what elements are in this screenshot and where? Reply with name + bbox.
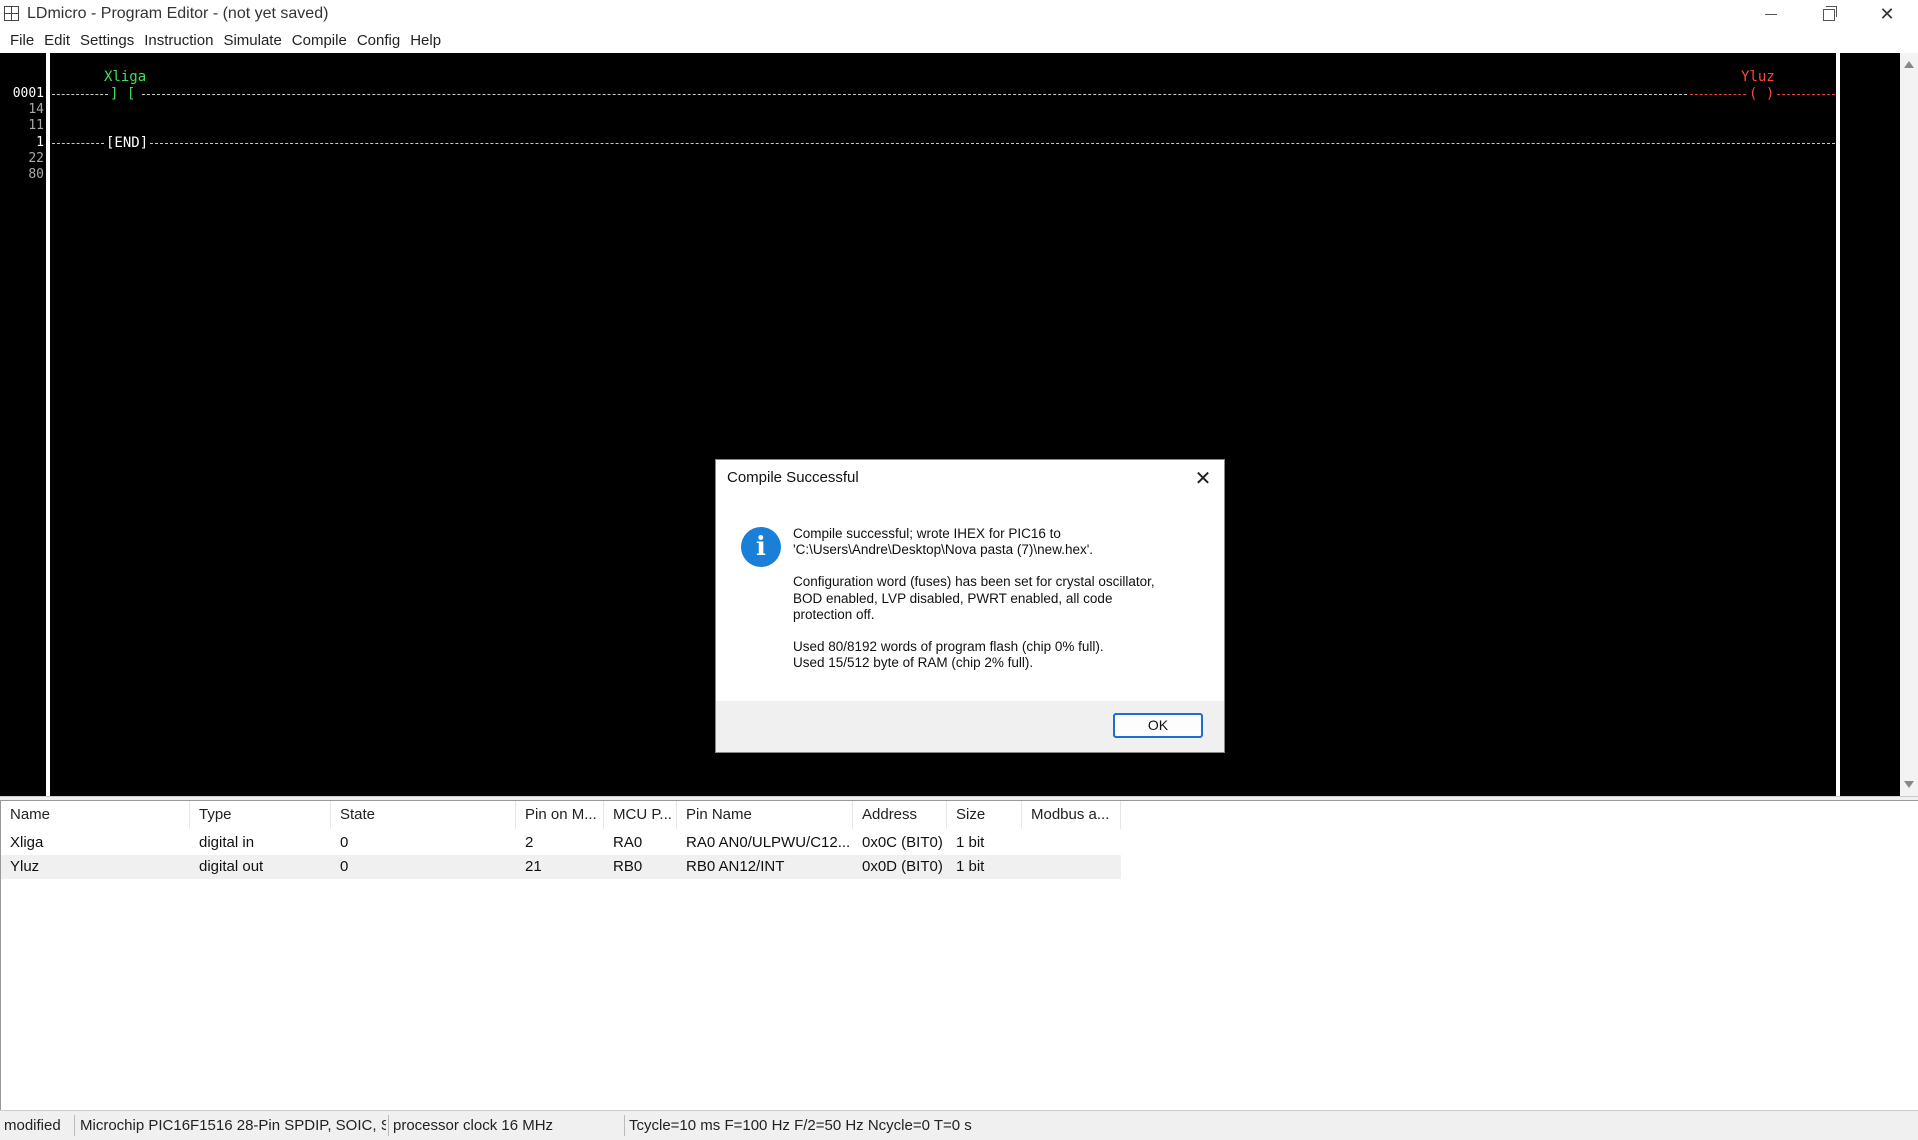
message-line: Used 15/512 byte of RAM (chip 2% full). — [793, 655, 1034, 671]
status-mcu: Microchip PIC16F1516 28-Pin SPDIP, SOIC,… — [80, 1117, 386, 1134]
cell-modbus — [1022, 831, 1121, 855]
rung-number: 0001 — [12, 86, 44, 101]
cell-name: Xliga — [10, 834, 44, 851]
rung-number: 1 — [36, 135, 44, 150]
dialog-footer: OK — [716, 701, 1224, 752]
title-bar: LDmicro - Program Editor - (not yet save… — [0, 0, 1918, 29]
column-header-type[interactable]: Type — [190, 801, 331, 829]
menu-edit[interactable]: Edit — [44, 29, 70, 53]
io-list: Name Type State Pin on M... MCU P... Pin… — [0, 800, 1918, 1110]
dialog-title: Compile Successful — [727, 469, 859, 486]
rung-wire-energized — [1690, 94, 1746, 96]
status-bar: modified Microchip PIC16F1516 28-Pin SPD… — [0, 1110, 1918, 1140]
menu-compile[interactable]: Compile — [292, 29, 347, 53]
column-header-name[interactable]: Name — [1, 801, 190, 829]
restore-button[interactable] — [1800, 0, 1858, 29]
end-marker: [END] — [106, 135, 149, 151]
message-line: 'C:\Users\Andre\Desktop\Nova pasta (7)\n… — [793, 542, 1094, 558]
dialog-close-button[interactable]: ✕ — [1192, 468, 1214, 490]
message-line: Configuration word (fuses) has been set … — [793, 574, 1155, 590]
column-header-state[interactable]: State — [331, 801, 516, 829]
column-header-mcu-port[interactable]: MCU P... — [604, 801, 677, 829]
menu-config[interactable]: Config — [357, 29, 400, 53]
column-header-pin[interactable]: Pin on M... — [516, 801, 604, 829]
app-icon — [4, 6, 19, 21]
cell-pin: 21 — [525, 858, 542, 875]
coil-name: Yluz — [1741, 69, 1775, 85]
cell-pin-name: RA0 AN0/ULPWU/C12... — [686, 834, 851, 851]
restore-icon — [1823, 5, 1837, 21]
menu-instruction[interactable]: Instruction — [144, 29, 213, 53]
cell-type: digital in — [199, 834, 255, 851]
rung-wire — [142, 94, 1687, 96]
rung-stat: 14 — [28, 102, 44, 117]
scroll-up-icon[interactable] — [1904, 61, 1914, 68]
status-divider — [74, 1115, 75, 1136]
cell-pin-name: RB0 AN12/INT — [686, 858, 785, 875]
cell-address: 0x0D (BIT0) — [862, 858, 943, 875]
cell-modbus — [1022, 855, 1121, 879]
menu-settings[interactable]: Settings — [80, 29, 134, 53]
message-line: Compile successful; wrote IHEX for PIC16… — [793, 526, 1061, 541]
rung-wire — [52, 94, 108, 96]
minimize-button[interactable] — [1742, 0, 1800, 29]
rung-stat: 22 — [28, 151, 44, 166]
column-header-pin-name[interactable]: Pin Name — [677, 801, 853, 829]
cell-mcu-port: RA0 — [613, 834, 643, 851]
dialog-message: Compile successful; wrote IHEX for PIC16… — [793, 526, 1203, 687]
table-row[interactable]: Yluz digital out 0 21 RB0 RB0 AN12/INT 0… — [1, 855, 1121, 879]
rung-wire-energized — [1777, 94, 1835, 96]
column-header-address[interactable]: Address — [853, 801, 947, 829]
cell-address: 0x0C (BIT0) — [862, 834, 943, 851]
status-divider — [624, 1115, 625, 1136]
message-line: Used 80/8192 words of program flash (chi… — [793, 639, 1104, 655]
cell-size: 1 bit — [956, 858, 985, 875]
contact-name: Xliga — [104, 69, 147, 85]
cell-pin: 2 — [525, 834, 534, 851]
editor-scrollbar[interactable] — [1900, 53, 1918, 796]
cell-type: digital out — [199, 858, 264, 875]
menu-file[interactable]: File — [10, 29, 34, 53]
rung-wire — [150, 143, 1835, 145]
column-header-modbus[interactable]: Modbus a... — [1022, 801, 1121, 829]
io-table-header: Name Type State Pin on M... MCU P... Pin… — [1, 801, 1121, 829]
left-power-rail — [46, 53, 50, 796]
status-timing: Tcycle=10 ms F=100 Hz F/2=50 Hz Ncycle=0… — [629, 1117, 972, 1134]
minimize-icon — [1765, 14, 1777, 15]
rung-wire — [52, 143, 104, 145]
ok-button[interactable]: OK — [1113, 713, 1203, 738]
close-icon: ✕ — [1879, 4, 1895, 24]
message-line: protection off. — [793, 606, 875, 622]
scroll-down-icon[interactable] — [1904, 781, 1914, 788]
menu-help[interactable]: Help — [410, 29, 441, 53]
close-window-button[interactable]: ✕ — [1858, 0, 1916, 29]
info-icon: i — [741, 527, 781, 567]
cell-mcu-port: RB0 — [613, 858, 643, 875]
menu-simulate[interactable]: Simulate — [223, 29, 281, 53]
status-divider — [388, 1115, 389, 1136]
menu-bar: File Edit Settings Instruction Simulate … — [0, 29, 1918, 53]
column-header-size[interactable]: Size — [947, 801, 1022, 829]
status-clock: processor clock 16 MHz — [393, 1117, 554, 1134]
status-modified: modified — [4, 1117, 61, 1134]
rung-stat: 80 — [28, 167, 44, 182]
editor-margin — [1840, 53, 1900, 796]
message-line: BOD enabled, LVP disabled, PWRT enabled,… — [793, 590, 1113, 606]
compile-successful-dialog: Compile Successful ✕ i Compile successfu… — [715, 459, 1225, 753]
rung-stat: 11 — [28, 118, 44, 133]
close-icon: ✕ — [1194, 468, 1212, 490]
window-title: LDmicro - Program Editor - (not yet save… — [27, 5, 329, 22]
cell-state: 0 — [340, 858, 349, 875]
table-row[interactable]: Xliga digital in 0 2 RA0 RA0 AN0/ULPWU/C… — [1, 831, 1121, 855]
contact-symbol[interactable]: ] [ — [110, 86, 135, 102]
cell-size: 1 bit — [956, 834, 985, 851]
cell-name: Yluz — [10, 858, 40, 875]
cell-state: 0 — [340, 834, 349, 851]
coil-symbol[interactable]: ( ) — [1749, 86, 1774, 102]
